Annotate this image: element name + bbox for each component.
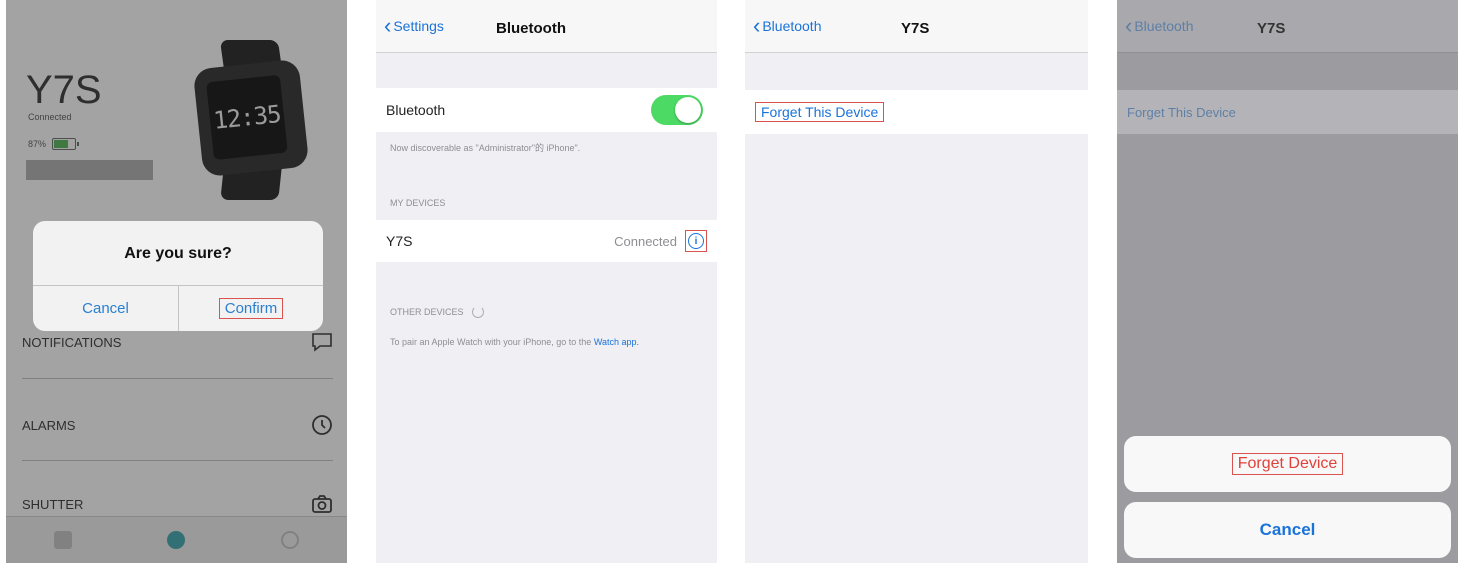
- alert-confirm-button[interactable]: Confirm: [179, 285, 323, 331]
- forget-device-label: Forget This Device: [755, 102, 885, 122]
- back-button[interactable]: ‹ Bluetooth: [753, 13, 822, 38]
- other-devices-header: OTHER DEVICES: [390, 307, 464, 317]
- forget-device-button[interactable]: Forget Device: [1124, 436, 1451, 492]
- forget-device-button-label: Forget Device: [1231, 453, 1344, 475]
- confirm-label: Confirm: [218, 297, 284, 319]
- page-title: Bluetooth: [496, 20, 566, 37]
- spinner-icon: [471, 306, 484, 318]
- forget-device-row[interactable]: Forget This Device: [745, 90, 1088, 134]
- confirm-alert: Are you sure? Cancel Confirm: [33, 221, 323, 331]
- device-name: Y7S: [386, 233, 413, 249]
- back-button[interactable]: ‹ Settings: [384, 13, 444, 38]
- back-label: Settings: [393, 18, 444, 34]
- bluetooth-toggle-row: Bluetooth: [376, 88, 717, 132]
- cancel-button-label: Cancel: [1259, 520, 1316, 539]
- nav-bar: ‹ Bluetooth Y7S: [1117, 0, 1458, 53]
- other-devices-header-row: OTHER DEVICES: [390, 306, 484, 318]
- discoverable-text: Now discoverable as "Administrator"的 iPh…: [390, 143, 581, 153]
- chevron-left-icon: ‹: [384, 13, 392, 38]
- forget-action-sheet-screen: ‹ Bluetooth Y7S Forget This Device Forge…: [1117, 0, 1458, 563]
- chevron-left-icon: ‹: [753, 13, 761, 38]
- info-icon[interactable]: i: [688, 233, 704, 249]
- back-button: ‹ Bluetooth: [1125, 13, 1194, 38]
- nav-bar: ‹ Bluetooth Y7S: [745, 0, 1088, 53]
- back-label: Bluetooth: [762, 18, 822, 34]
- back-label: Bluetooth: [1134, 18, 1194, 34]
- chevron-left-icon: ‹: [1125, 13, 1133, 38]
- alert-title: Are you sure?: [124, 245, 232, 262]
- page-title: Y7S: [901, 20, 930, 37]
- bluetooth-label: Bluetooth: [386, 102, 446, 118]
- device-status: Connected: [614, 233, 677, 249]
- device-row-y7s[interactable]: Y7S Connected i: [376, 220, 717, 262]
- device-detail-screen: ‹ Bluetooth Y7S Forget This Device: [745, 0, 1088, 563]
- my-devices-header: MY DEVICES: [390, 198, 446, 208]
- pair-text: To pair an Apple Watch with your iPhone,…: [390, 337, 592, 347]
- pair-watch-text: To pair an Apple Watch with your iPhone,…: [390, 336, 690, 348]
- bluetooth-settings-screen: ‹ Settings Bluetooth Bluetooth Now disco…: [376, 0, 717, 563]
- page-title: Y7S: [1257, 20, 1286, 37]
- forget-device-label: Forget This Device: [1127, 104, 1236, 120]
- cancel-button[interactable]: Cancel: [1124, 502, 1451, 558]
- alert-cancel-button[interactable]: Cancel: [33, 285, 178, 331]
- nav-bar: ‹ Settings Bluetooth: [376, 0, 717, 53]
- forget-device-row-dimmed: Forget This Device: [1117, 90, 1458, 134]
- bluetooth-toggle[interactable]: [651, 95, 703, 125]
- watch-app-link[interactable]: Watch app.: [594, 337, 639, 347]
- watch-app-screen: Y7S Connected 87% 12:35 NOTIFICATIONS AL…: [6, 0, 347, 563]
